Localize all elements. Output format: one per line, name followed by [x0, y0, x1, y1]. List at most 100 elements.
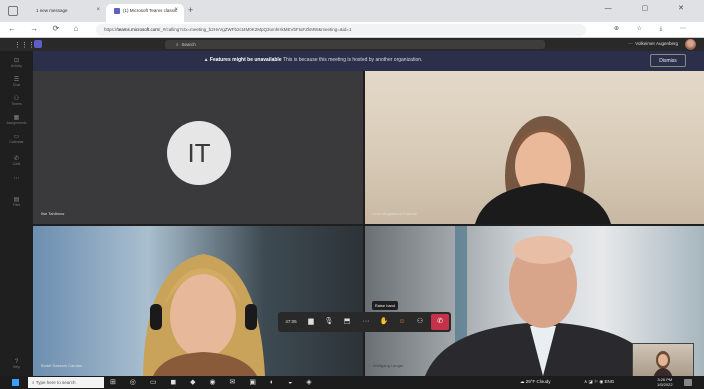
rail-label: Assignments: [6, 121, 27, 125]
tab-label: (1) Microsoft Teams classic: [123, 8, 178, 14]
camera-button[interactable]: ▆: [303, 312, 319, 332]
close-icon[interactable]: ×: [174, 7, 178, 13]
url-path: /_#/calling?ctx=meeting_b2HvVgZWFb2ct4M0…: [159, 27, 352, 32]
browser-tab-bar: 1 new message × (1) Microsoft Teams clas…: [0, 0, 704, 22]
rail-item-help[interactable]: ? Help: [0, 359, 33, 373]
taskbar-app-icons[interactable]: ⊞ ◎ ▭ ◼ ◆ ◉ ✉ ▣ ◐ ◒ ◈: [110, 378, 318, 386]
assignments-icon: ▦: [13, 115, 20, 121]
rail-item-teams[interactable]: ⚇ Teams: [0, 95, 33, 109]
search-input[interactable]: ⌕ Search: [165, 40, 545, 49]
tab-teams[interactable]: (1) Microsoft Teams classic ×: [106, 4, 184, 22]
rail-item-assignments[interactable]: ▦ Assignments: [0, 114, 33, 128]
teams-logo-icon: [34, 40, 42, 48]
teams-favicon-icon: [114, 8, 120, 14]
screen: 1 new message × (1) Microsoft Teams clas…: [0, 0, 704, 389]
rail-item-calendar[interactable]: ▭ Calendar: [0, 133, 33, 147]
tab-mail[interactable]: 1 new message ×: [28, 4, 106, 22]
self-video: [653, 351, 673, 377]
participant-video: [143, 254, 265, 376]
address-bar-row: ← → ⟳ ⌂ https://teams.microsoft.com/_#/c…: [0, 22, 704, 38]
rail-label: Chat: [12, 83, 21, 87]
participant-tile[interactable]: IT Ilse Tahlbrow: [33, 71, 363, 224]
participant-tile[interactable]: Lena Magdalena Fritsche: [365, 71, 704, 224]
navigation-buttons[interactable]: ← → ⟳ ⌂: [8, 24, 84, 33]
browser-toolbar-icons[interactable]: ⊕ ☆ ⤓ ⋯: [614, 25, 694, 33]
rail-label: Calls: [12, 162, 21, 166]
new-tab-button[interactable]: +: [188, 5, 193, 15]
rail-label: Activity: [10, 64, 23, 68]
avatar[interactable]: [685, 39, 696, 50]
participant-video: [475, 116, 611, 224]
hang-up-button[interactable]: ✆: [431, 314, 449, 330]
search-icon: ⌕: [32, 380, 35, 385]
participant-name: Ilse Tahlbrow: [41, 211, 65, 216]
hang-up-icon: ✆: [437, 318, 443, 325]
taskbar-clock[interactable]: 3:26 PM 1/5/2022: [657, 377, 673, 387]
more-icon: ···: [362, 318, 370, 325]
share-screen-icon: ⬒: [343, 318, 351, 325]
user-name[interactable]: ··· Volkeimer Augenberg: [628, 41, 678, 46]
files-icon: ▤: [13, 197, 20, 203]
teams-header: ⋮⋮⋮ ⌕ Search ··· Volkeimer Augenberg: [0, 38, 704, 51]
taskbar-search-input[interactable]: ⌕ Type here to search: [28, 377, 104, 388]
banner-text: This is because this meeting is hosted b…: [281, 57, 423, 63]
url-prefix: https://: [104, 27, 118, 32]
camera-icon: ▆: [308, 318, 314, 325]
dismiss-button[interactable]: Dismiss: [650, 54, 686, 67]
app-rail: ⊡ Activity ☰ Chat ⚇ Teams ▦ Assignments ▭ Cal…: [0, 51, 33, 389]
taskbar-search-placeholder: Type here to search: [35, 380, 76, 385]
reaction-icon: ☺: [398, 318, 406, 325]
more-icon: ⋯: [13, 176, 20, 182]
window-menu-icon[interactable]: [8, 6, 18, 16]
call-controls: 47:06 ▆ 🎙 ⬒ ··· ✋ ☺ ⚇ ✆: [278, 312, 451, 332]
teams-icon: ⚇: [13, 96, 20, 102]
participant-name: Lena Magdalena Fritsche: [372, 211, 418, 216]
rail-label: Files: [12, 203, 21, 207]
self-view-video[interactable]: [632, 343, 694, 378]
window-controls[interactable]: — ▢ ✕: [605, 4, 698, 12]
rail-item-calls[interactable]: ✆ Calls: [0, 155, 33, 169]
user-name-label: Volkeimer Augenberg: [635, 41, 678, 46]
rail-item-more[interactable]: ⋯: [0, 175, 33, 189]
warning-banner: ▲ Features might be unavailable This is …: [33, 51, 704, 71]
raise-hand-tooltip: Raise hand: [372, 301, 398, 310]
share-button[interactable]: ⬒: [339, 312, 355, 332]
reactions-button[interactable]: ☺: [394, 312, 410, 332]
microphone-icon: 🎙: [324, 318, 334, 325]
participant-name: Wolfgang Langer: [373, 363, 404, 368]
more-icon[interactable]: ···: [628, 41, 633, 46]
system-tray[interactable]: ∧ ◪ ⚐ ◉ ENG: [584, 379, 614, 385]
warning-icon: ▲: [203, 57, 209, 63]
rail-item-files[interactable]: ▤ Files: [0, 196, 33, 210]
participant-name: Bodet Kassem Carolan: [41, 363, 83, 368]
search-icon: ⌕: [176, 42, 179, 47]
banner-message: ▲ Features might be unavailable This is …: [33, 57, 593, 63]
notification-icon[interactable]: [684, 379, 692, 386]
rail-label: Help: [12, 365, 21, 369]
rail-label: Calendar: [9, 140, 24, 144]
windows-start-icon[interactable]: [12, 379, 19, 386]
clock-date: 1/5/2022: [657, 382, 673, 387]
participant-tile[interactable]: Bodet Kassem Carolan: [33, 226, 363, 376]
rail-item-chat[interactable]: ☰ Chat: [0, 76, 33, 90]
mic-button[interactable]: 🎙: [321, 312, 337, 332]
rail-label: Teams: [11, 102, 22, 106]
calls-icon: ✆: [13, 156, 20, 162]
rail-item-activity[interactable]: ⊡ Activity: [0, 57, 33, 71]
url-field[interactable]: https://teams.microsoft.com/_#/calling?c…: [96, 24, 586, 36]
more-actions-button[interactable]: ···: [358, 312, 374, 332]
search-placeholder: Search: [181, 42, 196, 47]
people-icon: ⚇: [416, 318, 424, 325]
weather-widget[interactable]: ☁ 29°F Cloudy: [520, 379, 551, 385]
banner-title: Features might be unavailable: [209, 57, 282, 63]
close-icon[interactable]: ×: [96, 7, 100, 13]
raise-hand-button[interactable]: ✋: [376, 312, 392, 332]
tab-label: 1 new message: [36, 8, 68, 13]
participants-button[interactable]: ⚇: [412, 312, 428, 332]
app-launcher-icon[interactable]: ⋮⋮⋮: [14, 41, 35, 49]
activity-icon: ⊡: [13, 58, 20, 64]
hand-icon: ✋: [379, 318, 389, 325]
participant-avatar: IT: [167, 121, 231, 185]
calendar-icon: ▭: [13, 134, 20, 140]
chat-icon: ☰: [13, 77, 20, 83]
